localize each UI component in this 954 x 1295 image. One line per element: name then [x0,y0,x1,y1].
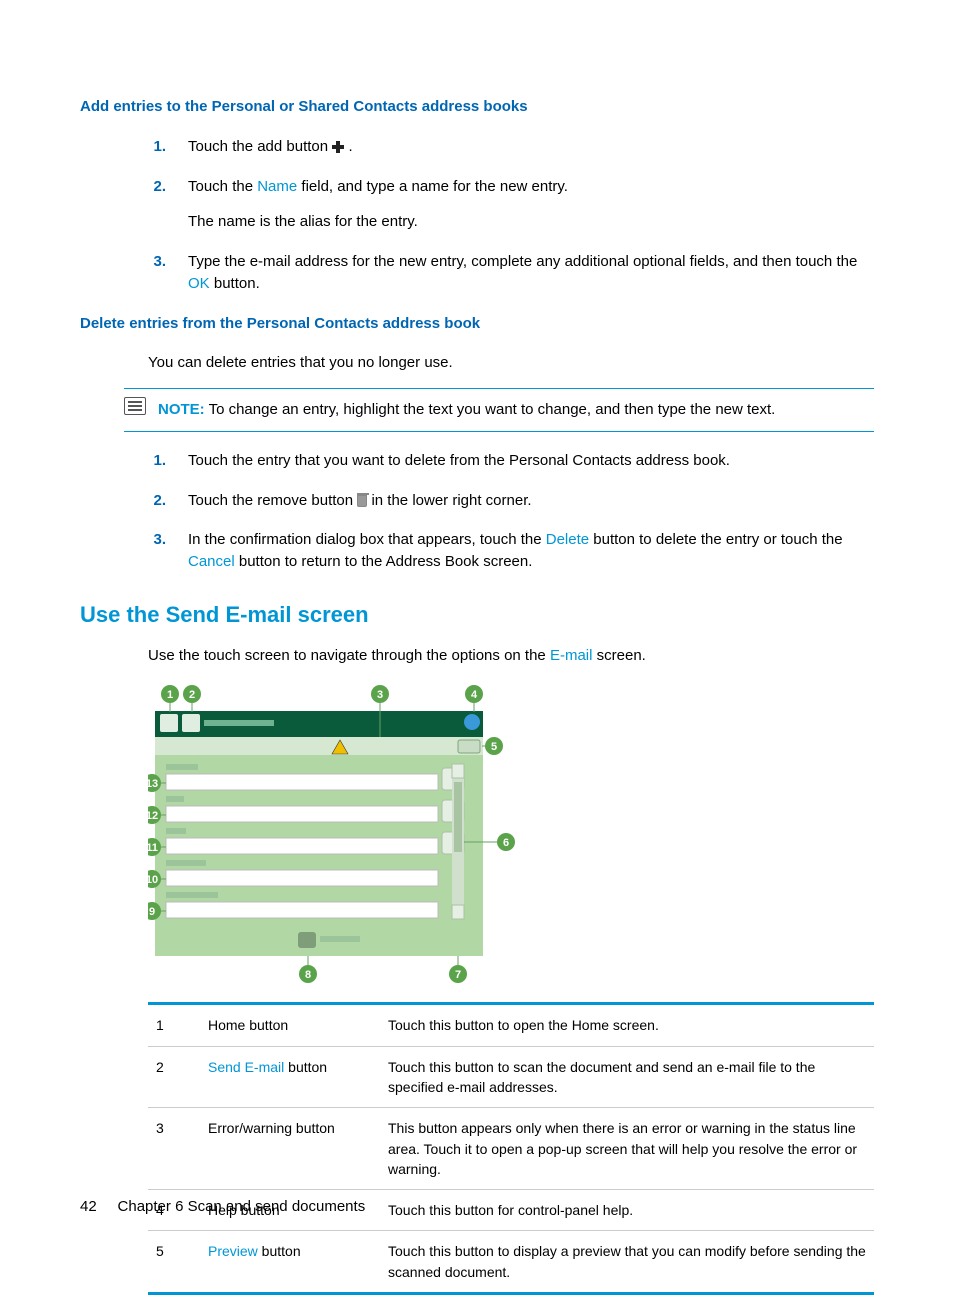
callout-7: 7 [455,969,461,981]
text: Touch the remove button [188,492,357,509]
callout-table: 1 Home button Touch this button to open … [148,1002,874,1295]
delete-link: Delete [546,531,589,548]
use-intro: Use the touch screen to navigate through… [148,645,874,667]
note-text: To change an entry, highlight the text y… [209,401,776,418]
add-step-3: 3. Type the e-mail address for the new e… [148,251,874,295]
add-step-1: 1. Touch the add button . [148,136,874,158]
table-row: 2 Send E-mail button Touch this button t… [148,1046,874,1108]
delete-step-1: 1. Touch the entry that you want to dele… [148,450,874,472]
step-body: In the confirmation dialog box that appe… [188,529,874,573]
text: Use the touch screen to navigate through… [148,647,550,664]
cell-desc: Touch this button for control-panel help… [380,1190,874,1230]
plus-icon [332,141,344,153]
note-label: NOTE: [158,401,205,418]
add-step-2: 2. Touch the Name field, and type a name… [148,176,874,234]
step-number: 1. [148,450,166,472]
ok-link: OK [188,275,210,292]
delete-entries-list: 1. Touch the entry that you want to dele… [148,450,874,573]
send-email-link: Send E-mail [208,1059,284,1075]
step-number: 2. [148,490,166,512]
callout-8: 8 [305,969,311,981]
callout-4: 4 [471,689,478,701]
callout-3: 3 [377,689,383,701]
text: button to return to the Address Book scr… [239,553,533,570]
cell-name: Preview button [200,1231,380,1292]
text: . [348,138,352,155]
step-body: Touch the add button . [188,136,874,158]
heading-use-send-email: Use the Send E-mail screen [80,599,874,631]
text: button. [214,275,260,292]
cell-num: 1 [148,1005,200,1045]
text: In the confirmation dialog box that appe… [188,531,546,548]
delete-intro: You can delete entries that you no longe… [148,352,874,374]
step-number: 1. [148,136,166,158]
callout-1: 1 [167,689,173,701]
note-icon [124,397,146,415]
cell-desc: Touch this button to open the Home scree… [380,1005,874,1045]
step-number: 3. [148,529,166,573]
email-link: E-mail [550,647,593,664]
callout-13: 13 [148,778,158,790]
text: button [284,1059,327,1075]
text: button to delete the entry or touch the [593,531,842,548]
callout-11: 11 [148,842,158,854]
step-number: 2. [148,176,166,234]
cell-desc: This button appears only when there is a… [380,1108,874,1189]
footer-text: Chapter 6 Scan and send documents [118,1198,366,1215]
cell-name: Home button [200,1005,380,1045]
note-box: NOTE: To change an entry, highlight the … [124,388,874,432]
name-link: Name [257,178,297,195]
step-body: Touch the entry that you want to delete … [188,450,874,472]
callout-5: 5 [491,741,497,753]
callout-2: 2 [189,689,195,701]
step-body: Type the e-mail address for the new entr… [188,251,874,295]
table-row: 5 Preview button Touch this button to di… [148,1230,874,1292]
cell-num: 5 [148,1231,200,1292]
text: Type the e-mail address for the new entr… [188,253,857,270]
sub-paragraph: The name is the alias for the entry. [188,211,874,233]
callout-6: 6 [503,837,509,849]
callout-10: 10 [148,874,158,886]
step-body: Touch the remove button in the lower rig… [188,490,874,512]
delete-step-2: 2. Touch the remove button in the lower … [148,490,874,512]
step-number: 3. [148,251,166,295]
table-row: 1 Home button Touch this button to open … [148,1005,874,1045]
text: field, and type a name for the new entry… [301,178,568,195]
cancel-link: Cancel [188,553,235,570]
cell-desc: Touch this button to scan the document a… [380,1047,874,1108]
page-footer: 42 Chapter 6 Scan and send documents [80,1196,365,1218]
cell-name: Error/warning button [200,1108,380,1189]
text: Touch the add button [188,138,332,155]
cell-name: Send E-mail button [200,1047,380,1108]
text: button [258,1243,301,1259]
text: Touch the [188,178,257,195]
cell-desc: Touch this button to display a preview t… [380,1231,874,1292]
cell-num: 2 [148,1047,200,1108]
step-body: Touch the Name field, and type a name fo… [188,176,874,234]
cell-num: 3 [148,1108,200,1189]
heading-delete-entries: Delete entries from the Personal Contact… [80,313,874,335]
send-email-screen-figure: 1 2 3 4 5 6 7 8 9 10 11 12 13 [148,684,520,984]
callout-12: 12 [148,810,158,822]
add-entries-list: 1. Touch the add button . 2. Touch the N… [148,136,874,295]
trash-icon [357,495,367,507]
page-number: 42 [80,1198,97,1215]
heading-add-entries: Add entries to the Personal or Shared Co… [80,96,874,118]
table-row: 3 Error/warning button This button appea… [148,1107,874,1189]
delete-step-3: 3. In the confirmation dialog box that a… [148,529,874,573]
preview-link: Preview [208,1243,258,1259]
callout-9: 9 [149,906,155,918]
text: screen. [597,647,646,664]
text: in the lower right corner. [371,492,531,509]
